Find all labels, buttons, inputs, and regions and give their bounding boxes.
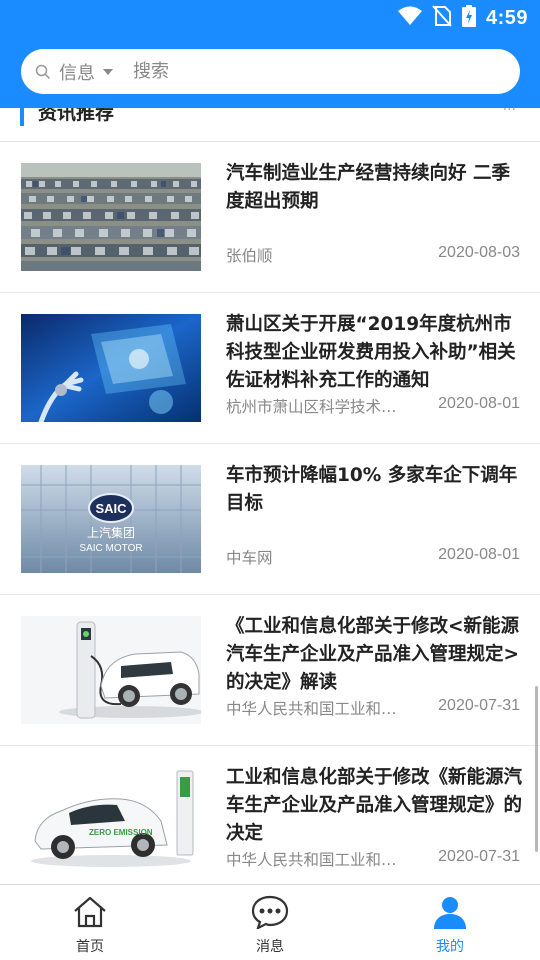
news-thumbnail: ZERO EMISSION	[21, 767, 201, 875]
news-title: 汽车制造业生产经营持续向好 二季度超出预期	[226, 163, 510, 212]
news-thumbnail	[21, 314, 201, 422]
wifi-icon	[397, 6, 422, 30]
news-item[interactable]: SAIC 上汽集团 SAIC MOTOR 车市预计降幅10% 多家车企下调年目标…	[0, 444, 540, 595]
news-source: 张伯顺	[226, 247, 273, 265]
news-item[interactable]: 汽车制造业生产经营持续向好 二季度超出预期 张伯顺 2020-08-03	[0, 142, 540, 293]
news-item[interactable]: 《工业和信息化部关于修改<新能源汽车生产企业及产品准入管理规定>的决定》解读 中…	[0, 595, 540, 746]
news-list: 汽车制造业生产经营持续向好 二季度超出预期 张伯顺 2020-08-03 萧山区…	[0, 142, 540, 897]
chevron-down-icon[interactable]	[103, 68, 113, 75]
news-title: 萧山区关于开展“2019年度杭州市科技型企业研发费用投入补助”相关佐证材料补充工…	[226, 314, 516, 391]
news-thumbnail	[21, 163, 201, 271]
news-thumbnail	[21, 616, 201, 724]
battery-icon	[461, 5, 476, 31]
bottom-nav: 首页 消息 我的	[0, 884, 540, 960]
news-date: 2020-07-31	[438, 848, 520, 865]
nav-messages[interactable]: 消息	[180, 885, 360, 960]
news-thumbnail: SAIC 上汽集团 SAIC MOTOR	[21, 465, 201, 573]
news-date: 2020-07-31	[438, 697, 520, 714]
saic-en-text: SAIC MOTOR	[79, 543, 142, 554]
zero-emission-text: ZERO EMISSION	[89, 828, 153, 837]
search-category-select[interactable]: 信息	[59, 59, 95, 85]
news-title: 车市预计降幅10% 多家车企下调年目标	[226, 465, 518, 514]
news-title: 《工业和信息化部关于修改<新能源汽车生产企业及产品准入管理规定>的决定》解读	[226, 616, 520, 693]
news-item[interactable]: 萧山区关于开展“2019年度杭州市科技型企业研发费用投入补助”相关佐证材料补充工…	[0, 293, 540, 444]
search-input[interactable]	[133, 61, 463, 82]
nav-profile-label: 我的	[436, 939, 464, 955]
saic-cn-text: 上汽集团	[87, 525, 135, 540]
news-item[interactable]: ZERO EMISSION 工业和信息化部关于修改《新能源汽车生产企业及产品准入…	[0, 746, 540, 897]
saic-logo-text: SAIC	[95, 501, 127, 516]
nav-profile[interactable]: 我的	[360, 885, 540, 960]
search-icon	[35, 63, 53, 81]
search-bar[interactable]: 信息	[21, 49, 520, 94]
news-source: 中车网	[226, 549, 273, 567]
news-date: 2020-08-01	[438, 395, 520, 412]
news-source: 中华人民共和国工业和…	[226, 851, 397, 869]
news-source: 杭州市萧山区科学技术…	[226, 398, 397, 416]
clock: 4:59	[485, 6, 528, 29]
nav-messages-label: 消息	[256, 939, 284, 955]
home-icon	[72, 895, 108, 933]
app-header: 4:59 信息	[0, 0, 540, 108]
profile-icon	[432, 895, 468, 933]
nav-home-label: 首页	[76, 939, 104, 955]
news-title: 工业和信息化部关于修改《新能源汽车生产企业及产品准入管理规定》的决定	[226, 767, 523, 844]
news-source: 中华人民共和国工业和…	[226, 700, 397, 718]
no-sim-icon	[432, 5, 452, 31]
news-date: 2020-08-03	[438, 244, 520, 261]
message-icon	[251, 895, 289, 933]
nav-home[interactable]: 首页	[0, 885, 180, 960]
status-bar: 4:59	[397, 5, 528, 31]
news-date: 2020-08-01	[438, 546, 520, 563]
scrollbar[interactable]	[535, 686, 538, 852]
